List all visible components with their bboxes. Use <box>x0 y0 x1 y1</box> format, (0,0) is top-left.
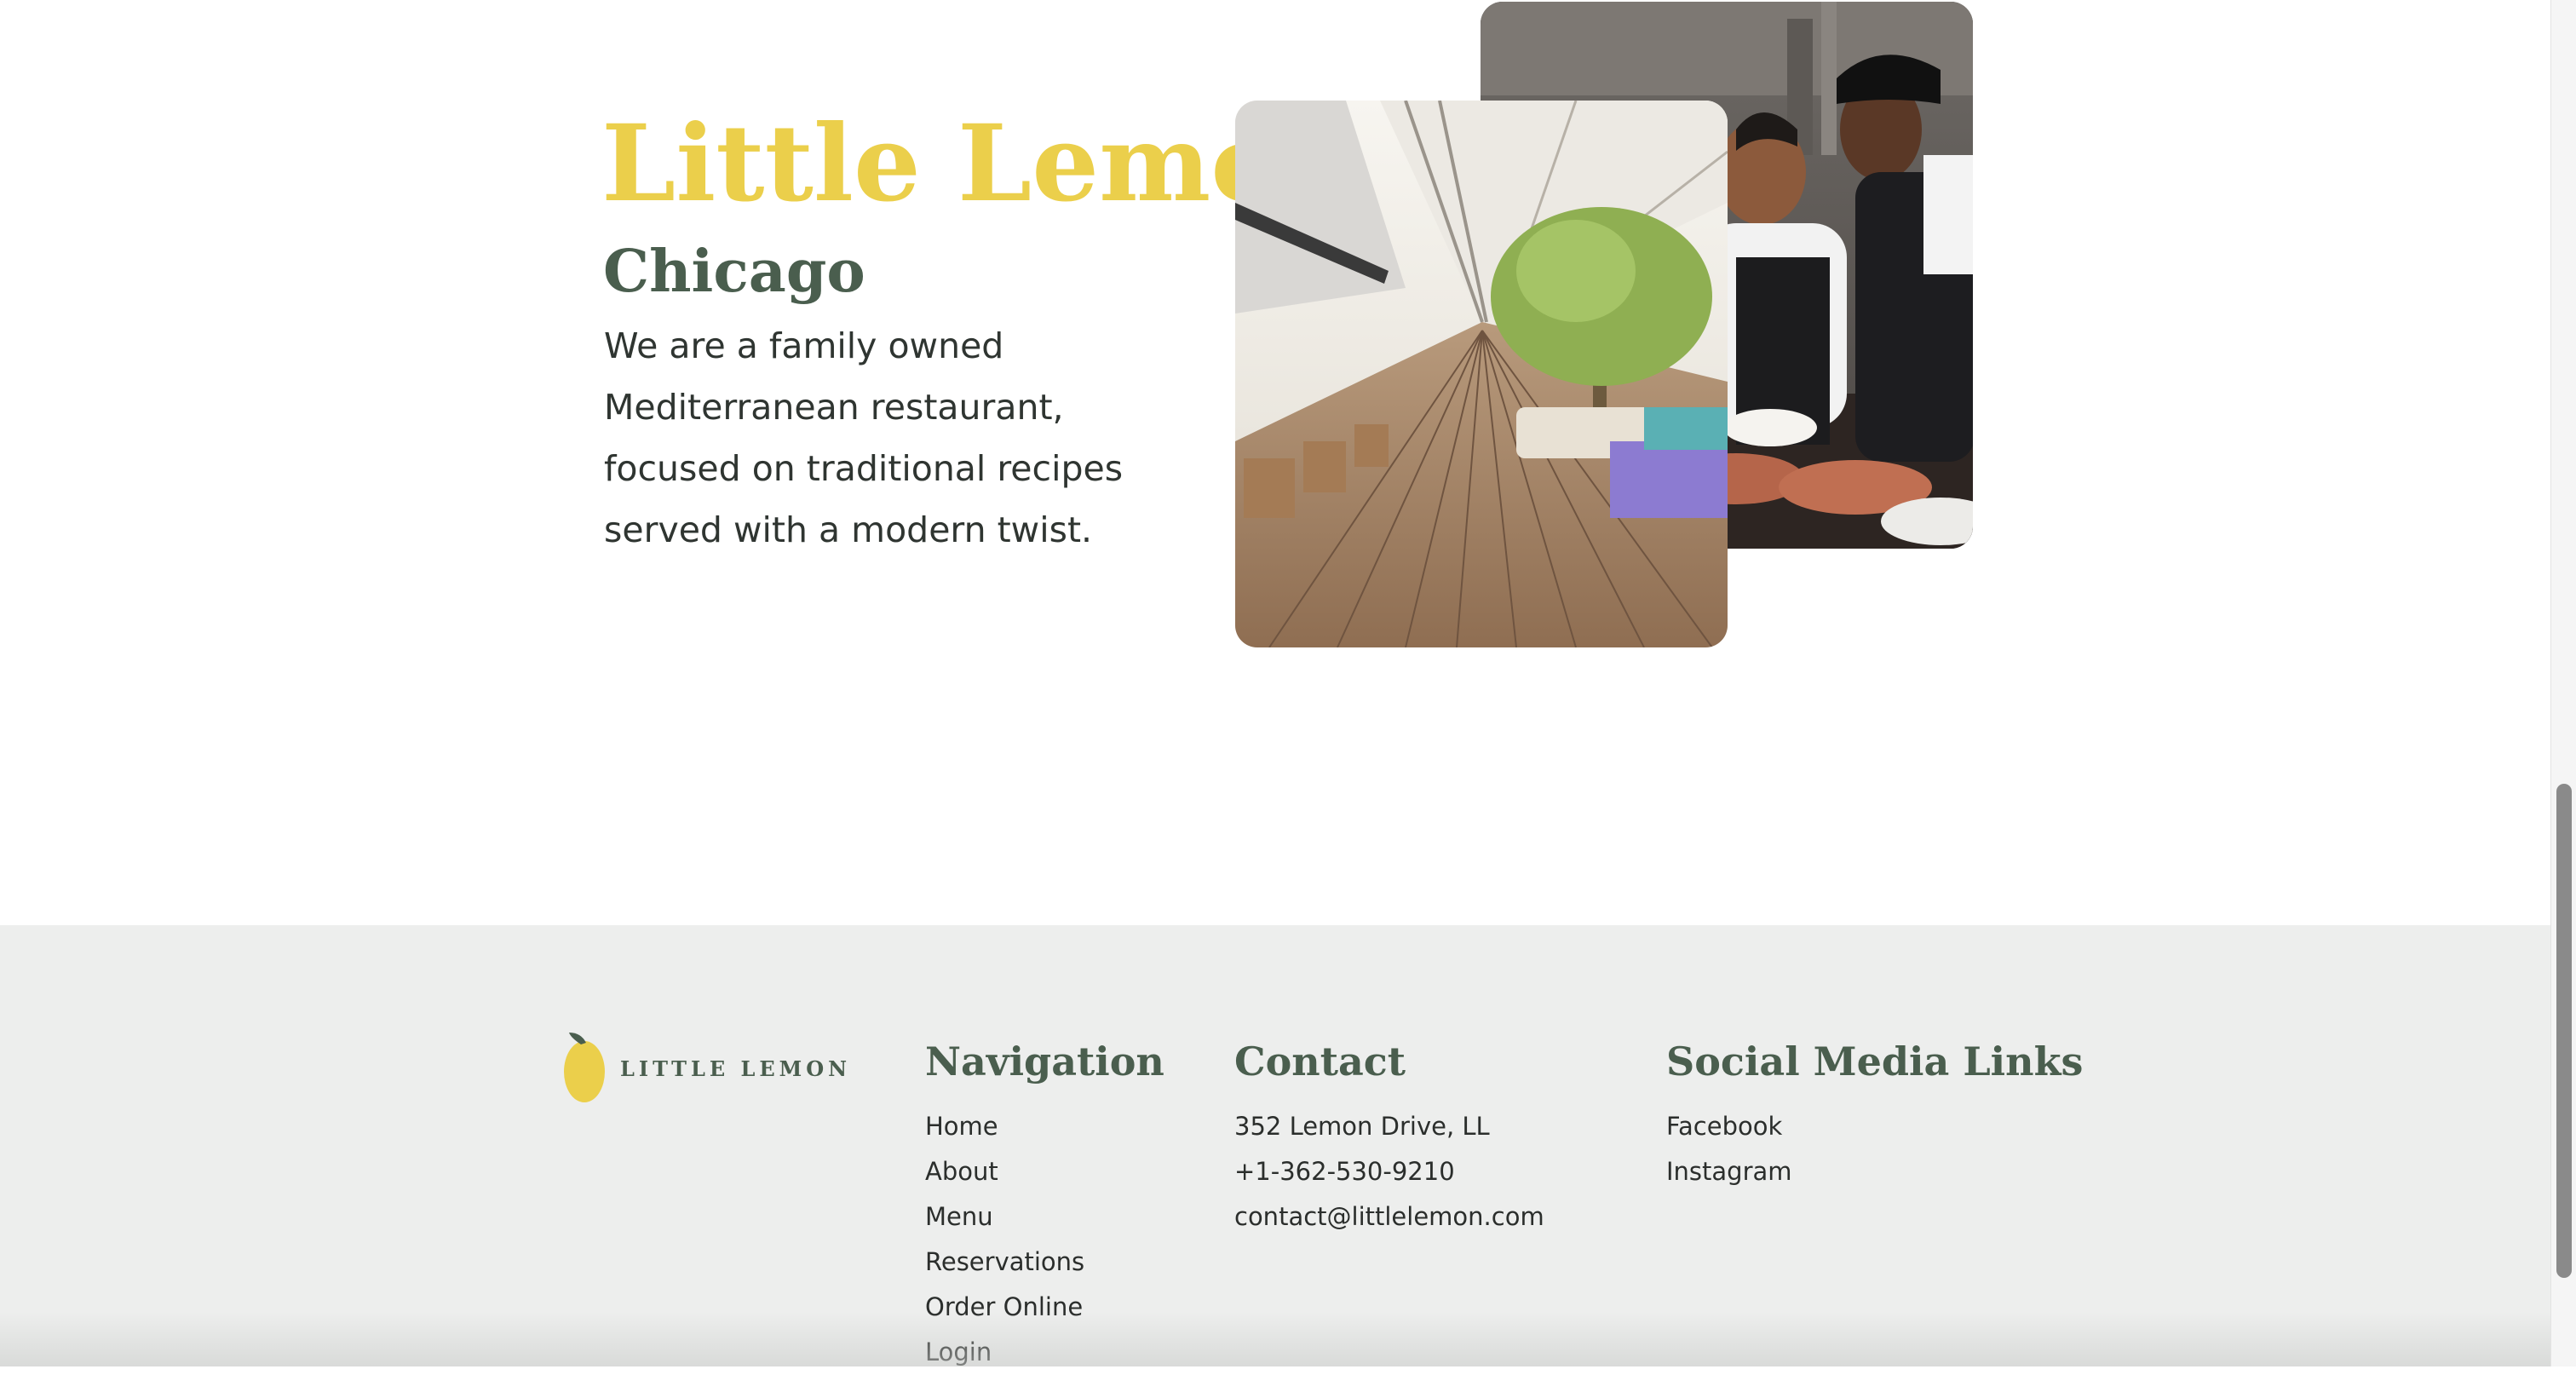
footer-social: Social Media Links Facebook Instagram <box>1666 1034 2083 1194</box>
contact-phone[interactable]: +1-362-530-9210 <box>1234 1149 1544 1194</box>
social-link-facebook[interactable]: Facebook <box>1666 1104 2083 1149</box>
contact-email[interactable]: contact@littlelemon.com <box>1234 1194 1544 1240</box>
scroll-thumb[interactable] <box>2556 784 2572 1278</box>
footer-contact: Contact 352 Lemon Drive, LL +1-362-530-9… <box>1234 1034 1544 1240</box>
contact-address: 352 Lemon Drive, LL <box>1234 1112 1490 1141</box>
about-section: Little Lemon Chicago We are a family own… <box>0 0 2550 925</box>
about-description: We are a family owned Mediterranean rest… <box>604 325 1124 550</box>
footer-navigation: Navigation Home About Menu Reservations … <box>925 1034 1164 1375</box>
lemon-icon <box>564 1033 605 1102</box>
interior-illustration <box>1235 101 1728 647</box>
contact-heading: Contact <box>1234 1038 1406 1084</box>
footer-logo[interactable]: LITTLE LEMON <box>562 1031 847 1104</box>
nav-link-reservations[interactable]: Reservations <box>925 1240 1164 1285</box>
scrollbar[interactable] <box>2550 0 2576 1366</box>
nav-link-order-online[interactable]: Order Online <box>925 1285 1164 1330</box>
social-list: Facebook Instagram <box>1666 1104 2083 1194</box>
social-link-instagram[interactable]: Instagram <box>1666 1149 2083 1194</box>
about-subtitle: Chicago <box>603 238 865 306</box>
nav-link-about[interactable]: About <box>925 1149 1164 1194</box>
nav-link-menu[interactable]: Menu <box>925 1194 1164 1240</box>
logo-text: LITTLE LEMON <box>620 1056 852 1081</box>
page: Little Lemon Chicago We are a family own… <box>0 0 2550 1366</box>
contact-list: 352 Lemon Drive, LL +1-362-530-9210 cont… <box>1234 1104 1544 1240</box>
restaurant-interior-image <box>1235 101 1728 647</box>
nav-link-home[interactable]: Home <box>925 1104 1164 1149</box>
social-heading: Social Media Links <box>1666 1038 2084 1084</box>
navigation-heading: Navigation <box>925 1038 1164 1084</box>
navigation-list: Home About Menu Reservations Order Onlin… <box>925 1104 1164 1375</box>
nav-link-login[interactable]: Login <box>925 1330 1164 1375</box>
